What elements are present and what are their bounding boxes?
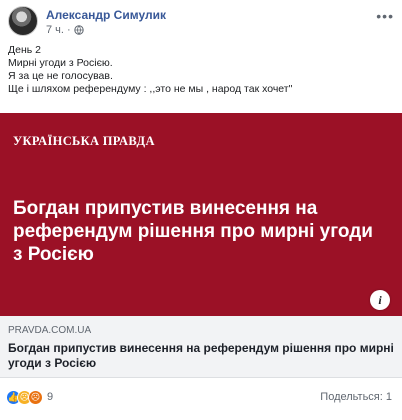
more-options-icon[interactable]: •••: [376, 8, 394, 24]
angry-reaction-icon: ☹: [28, 389, 43, 405]
post-line: День 2: [8, 44, 41, 56]
post-line: Ще і шляхом референдуму : ,,это не мы , …: [8, 83, 293, 95]
post-line: Мирні угоди з Росією.: [8, 57, 113, 69]
reactions-count: 9: [47, 391, 54, 403]
avatar[interactable]: [8, 6, 38, 36]
globe-icon[interactable]: [73, 25, 84, 35]
brand-logo: УКРАЇНСЬКА ПРАВДА: [13, 134, 155, 148]
post-header: Александр Симулик 7 ч. · •••: [8, 6, 394, 40]
info-icon[interactable]: i: [370, 290, 390, 310]
facebook-post: Александр Симулик 7 ч. · ••• День 2 Мирн…: [0, 0, 402, 420]
link-title[interactable]: Богдан припустив винесення на референдум…: [8, 341, 394, 371]
reactions-summary[interactable]: 👍 ☹ ☹ 9: [6, 389, 53, 405]
shares-count[interactable]: Подельться: 1: [320, 391, 392, 403]
link-domain: PRAVDA.COM.UA: [8, 325, 92, 336]
post-line: Я за це не голосував.: [8, 70, 113, 82]
link-preview-image[interactable]: УКРАЇНСЬКА ПРАВДА Богдан припустив винес…: [0, 113, 402, 316]
author-name[interactable]: Александр Симулик: [46, 8, 166, 22]
post-text: День 2 Мирні угоди з Росією. Я за це не …: [8, 44, 394, 96]
post-meta: 7 ч. ·: [46, 24, 84, 36]
post-time[interactable]: 7 ч.: [46, 24, 64, 36]
link-preview-footer[interactable]: PRAVDA.COM.UA Богдан припустив винесення…: [0, 316, 402, 378]
image-headline: Богдан припустив винесення на референдум…: [13, 198, 373, 265]
